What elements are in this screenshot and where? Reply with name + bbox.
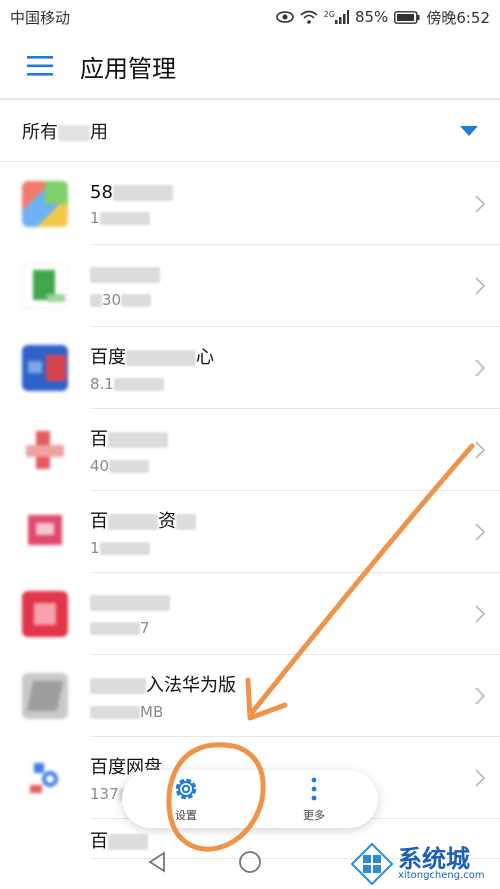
app-size: 1 [90, 209, 460, 227]
battery-percent: 85% [354, 8, 389, 26]
app-name: 入法华为版 [90, 671, 460, 697]
watermark-logo: 系统城 xitongcheng.com [350, 838, 500, 889]
app-size: 1 [90, 539, 460, 557]
app-name: 58 [90, 182, 460, 203]
app-size: 40 [90, 457, 460, 475]
app-filter-dropdown[interactable]: 所有 用 [0, 100, 500, 162]
list-item[interactable]: 7 [0, 573, 500, 655]
list-item[interactable]: 入法华为版 MB [0, 655, 500, 737]
app-name [90, 264, 460, 285]
list-item[interactable]: 58 1 [0, 163, 500, 245]
watermark-main: 系统城 [398, 844, 470, 873]
filter-label: 所有 用 [22, 118, 460, 144]
chevron-right-icon [460, 687, 500, 705]
app-name: 百资 [90, 507, 460, 533]
settings-label: 设置 [175, 809, 197, 822]
app-icon [22, 181, 68, 227]
filter-label-prefix: 所有 [22, 121, 58, 143]
app-icon [22, 263, 68, 309]
chevron-right-icon [460, 769, 500, 787]
home-icon[interactable] [238, 850, 262, 878]
battery-icon [394, 10, 420, 24]
eye-icon [275, 11, 294, 23]
redacted-text [58, 124, 90, 141]
app-size: 30 [90, 291, 460, 309]
bottom-action-bar: 设置 更多 [122, 770, 378, 828]
chevron-right-icon [460, 441, 500, 459]
triangle-down-icon[interactable] [460, 125, 478, 136]
more-label: 更多 [303, 809, 325, 822]
settings-button[interactable]: 设置 [141, 775, 231, 823]
list-item[interactable]: 百 40 [0, 409, 500, 491]
chevron-right-icon [460, 605, 500, 623]
app-bar: 应用管理 [0, 34, 500, 100]
app-name [90, 592, 460, 613]
list-item[interactable]: 30 [0, 245, 500, 327]
gear-icon [175, 778, 197, 800]
chevron-right-icon [460, 523, 500, 541]
app-list: 58 1 30 百度心 8.1 百 40 百 资 1 7 入法华为版 MB 百度… [0, 163, 500, 859]
app-icon [22, 427, 68, 473]
chevron-right-icon [460, 359, 500, 377]
app-size: MB [90, 703, 460, 721]
page-title: 应用管理 [80, 54, 176, 83]
watermark-sub: xitongcheng.com [398, 869, 485, 881]
app-icon [22, 591, 68, 637]
chevron-right-icon [460, 277, 500, 295]
app-icon [22, 673, 68, 719]
app-name: 百 [90, 425, 460, 451]
app-icon [22, 755, 68, 801]
app-name: 百度心 [90, 347, 214, 368]
app-icon [22, 345, 68, 391]
app-icon [22, 509, 68, 555]
app-size: 8.1 [90, 375, 460, 393]
status-bar: 中国移动 2G 85% 傍晚6:52 [0, 0, 500, 34]
carrier-label: 中国移动 [10, 8, 71, 27]
back-icon[interactable] [146, 850, 168, 877]
filter-label-suffix: 用 [90, 121, 108, 143]
wifi-icon [300, 10, 318, 24]
windows-logo-icon [350, 842, 394, 885]
more-button[interactable]: 更多 [269, 775, 359, 823]
hamburger-menu-icon[interactable] [0, 33, 80, 99]
more-vertical-icon [311, 777, 317, 801]
clock-label: 傍晚6:52 [426, 8, 490, 27]
signal-icon: 2G [324, 10, 349, 24]
network-type-label: 2G [323, 10, 335, 19]
list-item[interactable]: 百度心 8.1 [0, 327, 500, 409]
watermark-text: 系统城 xitongcheng.com [398, 847, 485, 881]
app-size: 7 [90, 619, 460, 637]
status-icons: 2G 85% 傍晚6:52 [275, 7, 490, 28]
chevron-right-icon [460, 195, 500, 213]
list-item[interactable]: 百资 1 [0, 491, 500, 573]
